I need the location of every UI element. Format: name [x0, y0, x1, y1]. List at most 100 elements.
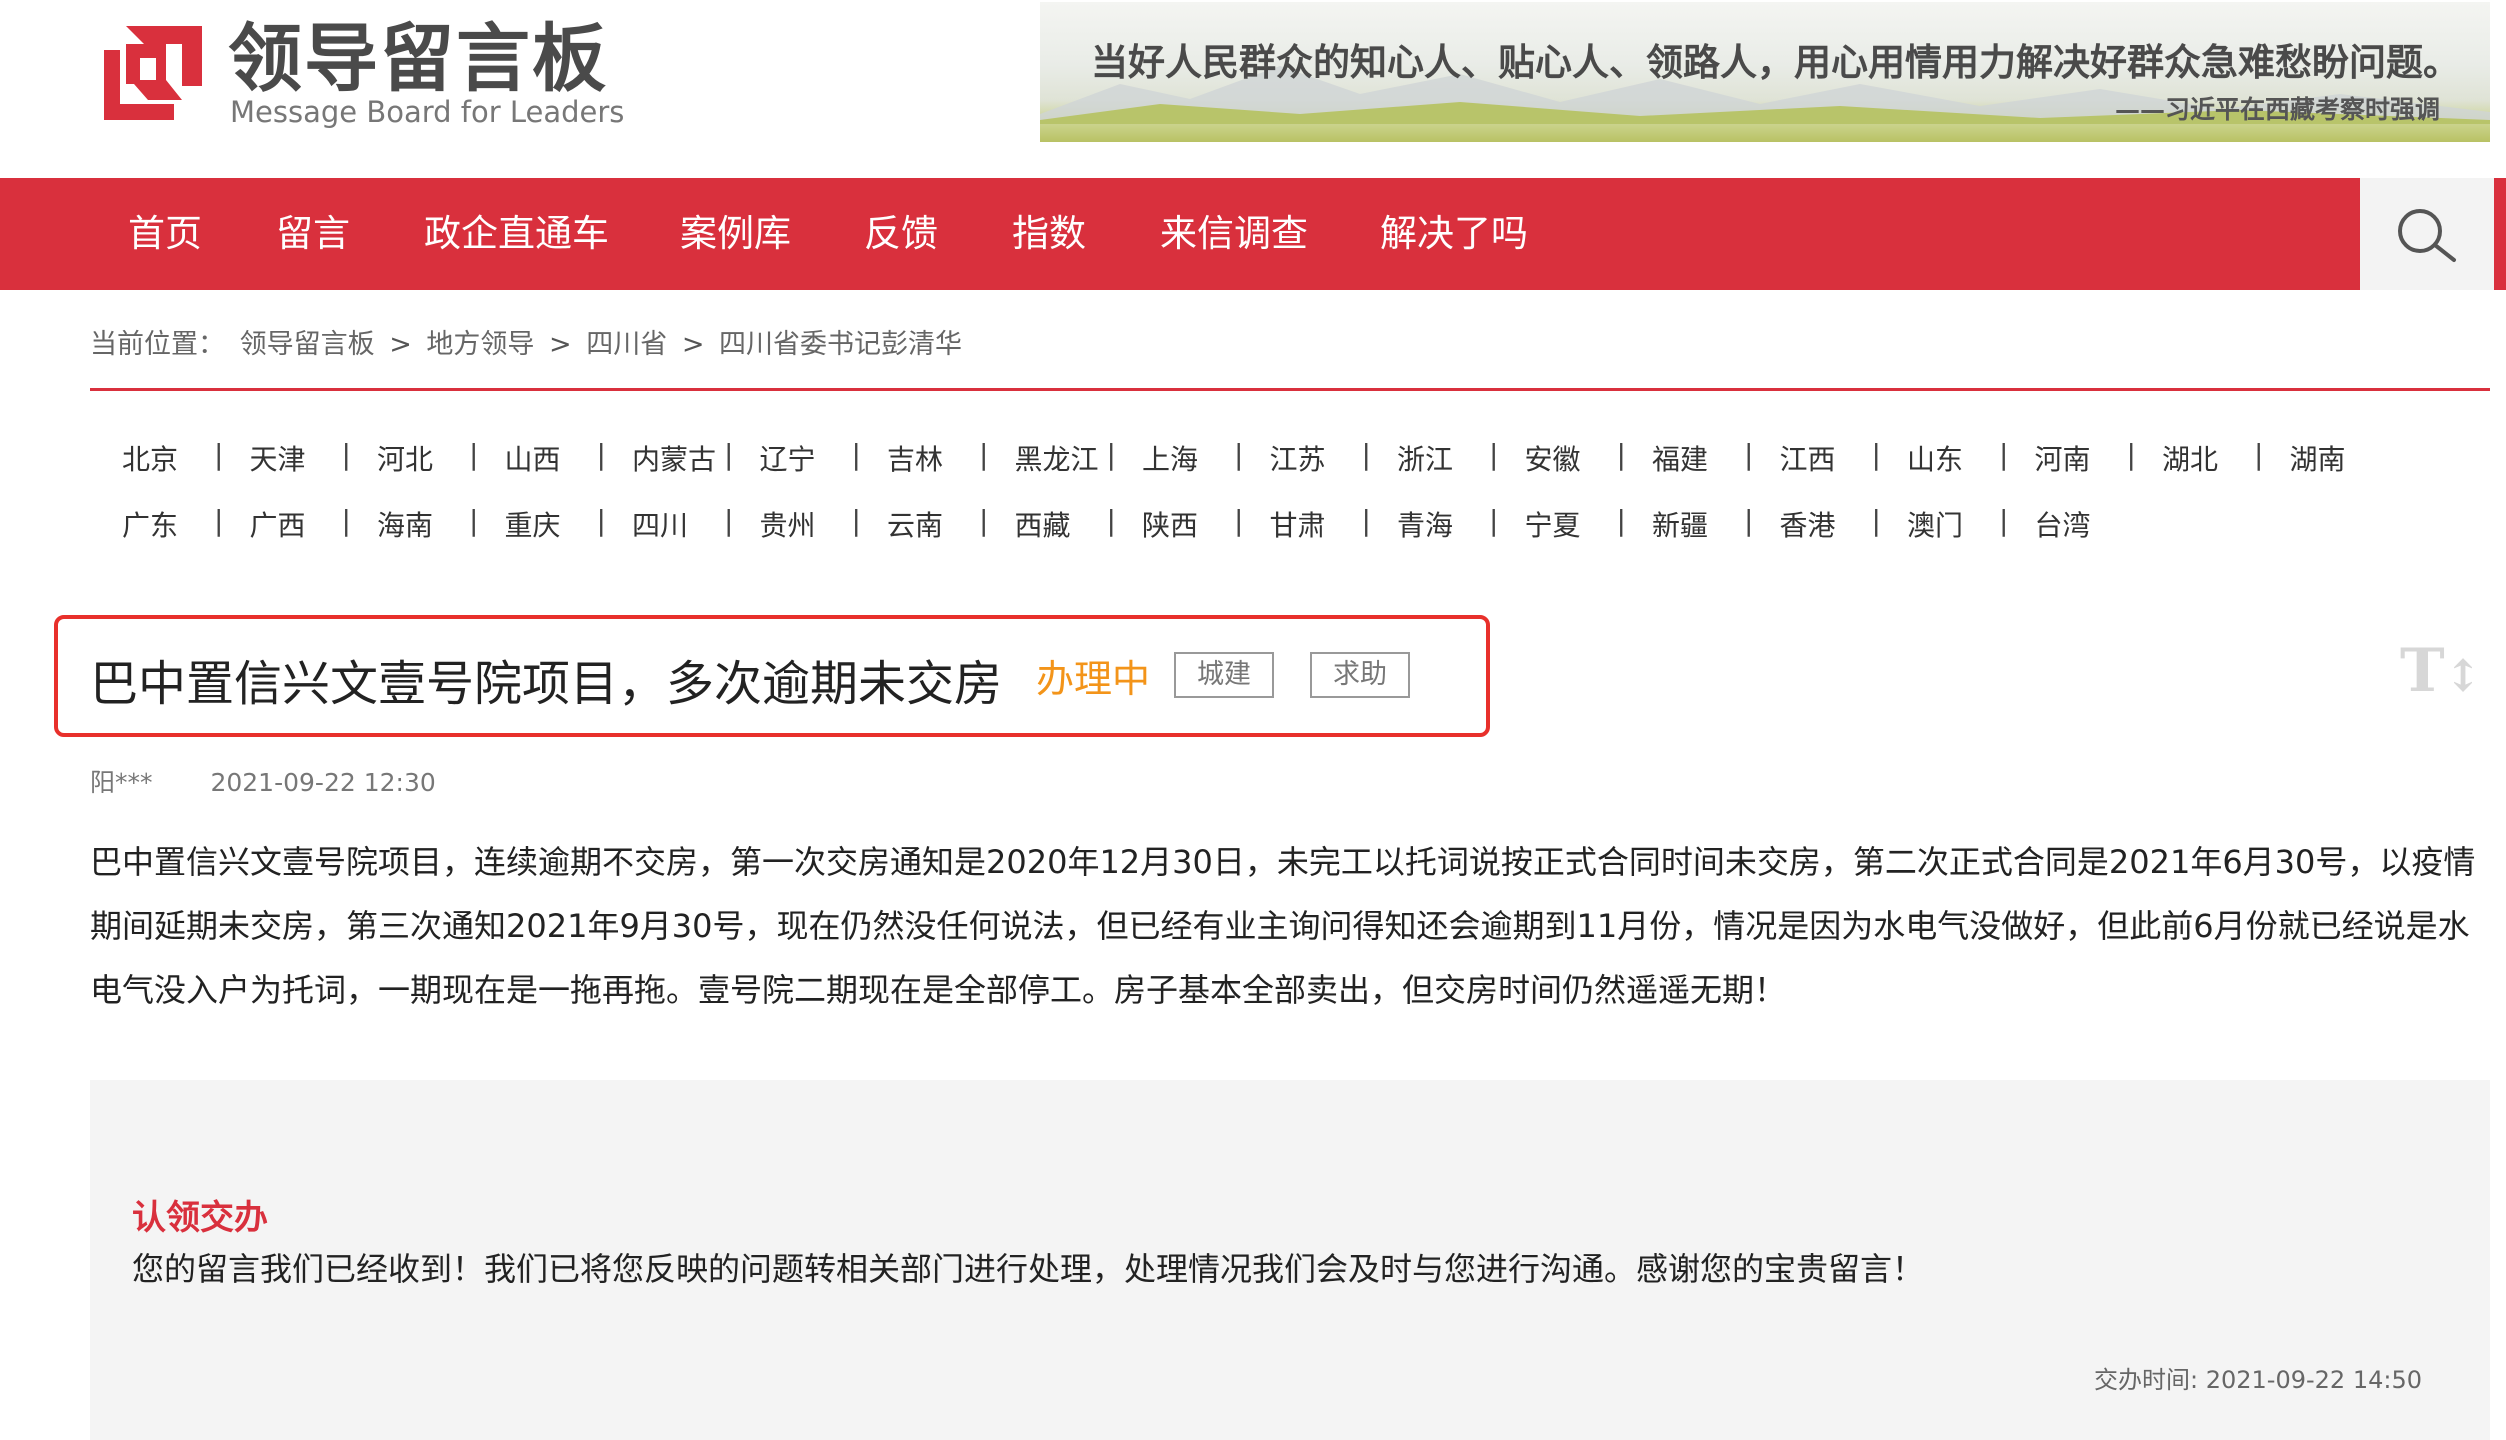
divider	[90, 388, 2490, 391]
province-separator: |	[1489, 438, 1499, 471]
nav-item-feedback[interactable]: 反馈	[864, 178, 938, 290]
message-title: 巴中置信兴文壹号院项目，多次逾期未交房	[90, 656, 1003, 712]
province-separator: |	[724, 438, 734, 471]
nav-edge	[2494, 178, 2506, 290]
tag-category[interactable]: 城建	[1174, 652, 1274, 698]
logo-title[interactable]: 领导留言板	[228, 14, 608, 104]
province-link[interactable]: 江苏	[1270, 438, 1326, 478]
province-separator: |	[1234, 438, 1244, 471]
breadcrumb-separator: >	[549, 329, 572, 360]
province-link[interactable]: 辽宁	[760, 438, 816, 478]
logo-icon[interactable]	[96, 20, 208, 124]
breadcrumb-separator: >	[681, 329, 705, 360]
province-link[interactable]: 黑龙江	[1015, 438, 1099, 478]
province-link[interactable]: 广东	[122, 504, 178, 544]
nav-item-cases[interactable]: 案例库	[680, 178, 791, 290]
province-link[interactable]: 浙江	[1397, 438, 1453, 478]
province-link[interactable]: 内蒙古	[632, 438, 716, 478]
province-link[interactable]: 四川	[632, 504, 688, 544]
author: 阳***	[90, 768, 153, 797]
message-body: 巴中置信兴文壹号院项目，连续逾期不交房，第一次交房通知是2020年12月30日，…	[90, 843, 2476, 1009]
province-link[interactable]: 青海	[1397, 504, 1453, 544]
nav-item-message[interactable]: 留言	[276, 178, 350, 290]
province-link[interactable]: 西藏	[1015, 504, 1071, 544]
post-date: 2021-09-22 12:30	[210, 768, 436, 797]
province-link[interactable]: 河南	[2035, 438, 2091, 478]
province-link[interactable]: 贵州	[760, 504, 816, 544]
province-separator: |	[341, 504, 351, 537]
province-list-row: 广东 | 广西 | 海南 | 重庆 | 四川 | 贵州 | 云南 | 西藏 | 陕西 | 甘肃 | 青海 | 宁夏 | 新疆 | 香…	[90, 504, 2490, 544]
province-link[interactable]: 福建	[1652, 438, 1708, 478]
province-link[interactable]: 河北	[377, 438, 433, 478]
province-separator: |	[851, 438, 861, 471]
province-link[interactable]: 台湾	[2035, 504, 2091, 544]
nav-item-home[interactable]: 首页	[128, 178, 202, 290]
nav-item-survey[interactable]: 来信调查	[1160, 178, 1308, 290]
province-link[interactable]: 广西	[250, 504, 306, 544]
province-separator: |	[979, 438, 989, 471]
province-link[interactable]: 云南	[887, 504, 943, 544]
province-list-row: 北京 | 天津 | 河北 | 山西 | 内蒙古 | 辽宁 | 吉林 | 黑龙江 | 上海 | 江苏 | 浙江 | 安徽 | 福建…	[90, 438, 2490, 478]
province-link[interactable]: 湖北	[2162, 438, 2218, 478]
tag-type[interactable]: 求助	[1310, 652, 1410, 698]
province-separator: |	[1106, 438, 1116, 471]
province-separator: |	[1744, 438, 1754, 471]
province-separator: |	[1871, 438, 1881, 471]
province-link[interactable]: 吉林	[887, 438, 943, 478]
province-separator: |	[979, 504, 989, 537]
province-separator: |	[851, 504, 861, 537]
breadcrumb: 当前位置： 领导留言板 > 地方领导 > 四川省 > 四川省委书记彭清华	[90, 322, 968, 361]
province-link[interactable]: 江西	[1780, 438, 1836, 478]
province-link[interactable]: 上海	[1142, 438, 1198, 478]
logo-subtitle: Message Board for Leaders	[230, 95, 625, 129]
breadcrumb-link[interactable]: 四川省	[586, 329, 667, 360]
nav-item-gov-enterprise[interactable]: 政企直通车	[424, 178, 609, 290]
province-separator: |	[469, 504, 479, 537]
province-separator: |	[1999, 438, 2009, 471]
reply-time: 交办时间: 2021-09-22 14:50	[2094, 1366, 2422, 1394]
message-meta: 阳*** 2021-09-22 12:30	[90, 763, 436, 799]
province-separator: |	[1616, 504, 1626, 537]
nav-item-resolved[interactable]: 解决了吗	[1380, 178, 1528, 290]
province-link[interactable]: 天津	[250, 438, 306, 478]
province-separator: |	[1616, 438, 1626, 471]
province-separator: |	[2126, 438, 2136, 471]
reply-text: 您的留言我们已经收到！我们已将您反映的问题转相关部门进行处理，处理情况我们会及时…	[132, 1250, 1925, 1288]
font-size-toggle-icon[interactable]: T↕	[2400, 636, 2482, 706]
province-link[interactable]: 重庆	[505, 504, 561, 544]
breadcrumb-link[interactable]: 地方领导	[426, 329, 534, 360]
province-link[interactable]: 海南	[377, 504, 433, 544]
province-link[interactable]: 山西	[505, 438, 561, 478]
province-separator: |	[1361, 438, 1371, 471]
reply-title: 认领交办	[132, 1198, 268, 1238]
province-separator: |	[341, 438, 351, 471]
province-link[interactable]: 北京	[122, 438, 178, 478]
province-separator: |	[1106, 504, 1116, 537]
province-link[interactable]: 宁夏	[1525, 504, 1581, 544]
site-header: 领导留言板 Message Board for Leaders 当好人民群众的知…	[0, 0, 2506, 178]
main-nav: 首页 留言 政企直通车 案例库 反馈 指数 来信调查 解决了吗	[0, 178, 2494, 290]
province-separator: |	[596, 504, 606, 537]
nav-item-index[interactable]: 指数	[1012, 178, 1086, 290]
province-separator: |	[2254, 438, 2264, 471]
province-separator: |	[1489, 504, 1499, 537]
province-separator: |	[596, 438, 606, 471]
province-link[interactable]: 澳门	[1907, 504, 1963, 544]
breadcrumb-current[interactable]: 四川省委书记彭清华	[719, 329, 962, 360]
province-link[interactable]: 湖南	[2290, 438, 2346, 478]
province-link[interactable]: 香港	[1780, 504, 1836, 544]
province-link[interactable]: 山东	[1907, 438, 1963, 478]
province-link[interactable]: 陕西	[1142, 504, 1198, 544]
breadcrumb-link[interactable]: 领导留言板	[240, 329, 375, 360]
province-separator: |	[469, 438, 479, 471]
province-separator: |	[724, 504, 734, 537]
province-separator: |	[214, 504, 224, 537]
breadcrumb-separator: >	[389, 329, 412, 360]
banner-attribution: ——习近平在西藏考察时强调	[2114, 95, 2440, 124]
province-link[interactable]: 甘肃	[1270, 504, 1326, 544]
province-separator: |	[1361, 504, 1371, 537]
province-link[interactable]: 安徽	[1525, 438, 1581, 478]
province-link[interactable]: 新疆	[1652, 504, 1708, 544]
province-separator: |	[1744, 504, 1754, 537]
search-button[interactable]	[2360, 178, 2494, 290]
